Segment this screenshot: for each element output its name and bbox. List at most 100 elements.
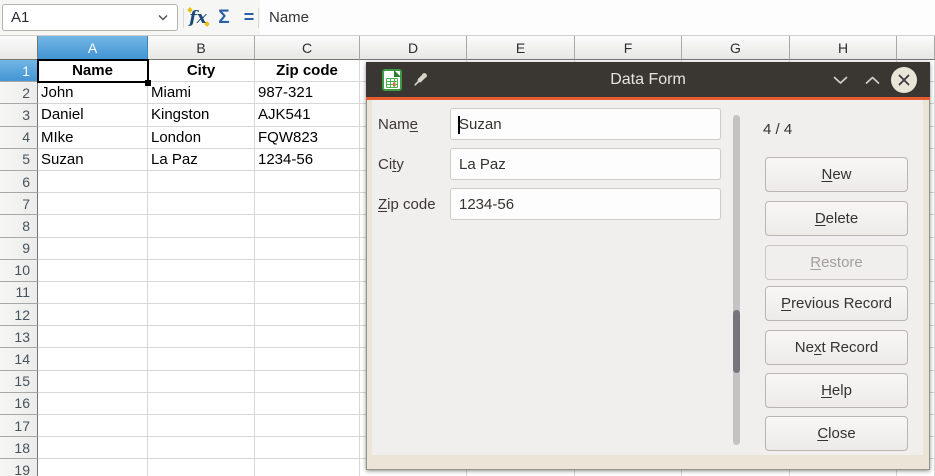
column-header-A[interactable]: A (38, 36, 148, 60)
cell-C4[interactable]: FQW823 (255, 127, 360, 149)
cell-B19[interactable] (148, 459, 255, 476)
zip-code-field[interactable]: 1234-56 (450, 188, 721, 220)
row-header-10[interactable]: 10 (0, 260, 38, 282)
cell-A17[interactable] (38, 415, 148, 437)
cell-A14[interactable] (38, 348, 148, 370)
cell-C10[interactable] (255, 260, 360, 282)
column-header-F[interactable]: F (575, 36, 682, 60)
row-header-12[interactable]: 12 (0, 304, 38, 326)
city-field[interactable]: La Paz (450, 148, 721, 180)
row-header-16[interactable]: 16 (0, 393, 38, 415)
row-header-8[interactable]: 8 (0, 215, 38, 237)
cell-A7[interactable] (38, 193, 148, 215)
cell-C2[interactable]: 987-321 (255, 82, 360, 104)
cell-B5[interactable]: La Paz (148, 149, 255, 171)
cell-A13[interactable] (38, 326, 148, 348)
row-header-1[interactable]: 1 (0, 60, 38, 82)
row-header-14[interactable]: 14 (0, 348, 38, 370)
cell-C5[interactable]: 1234-56 (255, 149, 360, 171)
next-record-button[interactable]: Next Record (765, 330, 908, 365)
cell-A6[interactable] (38, 171, 148, 193)
chevron-down-icon[interactable] (157, 14, 169, 22)
cell-A1[interactable]: Name (38, 60, 148, 82)
cell-B15[interactable] (148, 371, 255, 393)
row-header-7[interactable]: 7 (0, 193, 38, 215)
select-all-corner[interactable] (0, 36, 38, 60)
cell-B8[interactable] (148, 215, 255, 237)
cell-C1[interactable]: Zip code (255, 60, 360, 82)
cell-C18[interactable] (255, 437, 360, 459)
column-header-C[interactable]: C (255, 36, 360, 60)
cell-A12[interactable] (38, 304, 148, 326)
cell-C6[interactable] (255, 171, 360, 193)
column-header-E[interactable]: E (467, 36, 575, 60)
cell-B3[interactable]: Kingston (148, 104, 255, 126)
function-wizard-icon[interactable]: fx (186, 0, 210, 35)
cell-C7[interactable] (255, 193, 360, 215)
row-header-18[interactable]: 18 (0, 437, 38, 459)
column-header-H[interactable]: H (790, 36, 897, 60)
cell-A5[interactable]: Suzan (38, 149, 148, 171)
column-header-D[interactable]: D (360, 36, 467, 60)
cell-A19[interactable] (38, 459, 148, 476)
cell-B7[interactable] (148, 193, 255, 215)
cell-C16[interactable] (255, 393, 360, 415)
cell-B18[interactable] (148, 437, 255, 459)
cell-A10[interactable] (38, 260, 148, 282)
close-button[interactable]: Close (765, 416, 908, 451)
column-header-B[interactable]: B (148, 36, 255, 60)
formula-input[interactable]: Name (260, 0, 935, 35)
dialog-scrollbar[interactable] (733, 115, 740, 445)
cell-A15[interactable] (38, 371, 148, 393)
cell-C11[interactable] (255, 282, 360, 304)
row-header-13[interactable]: 13 (0, 326, 38, 348)
chevron-down-icon[interactable] (833, 76, 848, 85)
cell-B10[interactable] (148, 260, 255, 282)
cell-B9[interactable] (148, 238, 255, 260)
cell-B2[interactable]: Miami (148, 82, 255, 104)
cell-A8[interactable] (38, 215, 148, 237)
cell-B11[interactable] (148, 282, 255, 304)
cell-C14[interactable] (255, 348, 360, 370)
cell-C9[interactable] (255, 238, 360, 260)
cell-A4[interactable]: MIke (38, 127, 148, 149)
cell-B17[interactable] (148, 415, 255, 437)
row-header-19[interactable]: 19 (0, 459, 38, 476)
name-field[interactable]: Suzan (450, 108, 721, 140)
cell-A16[interactable] (38, 393, 148, 415)
cell-C12[interactable] (255, 304, 360, 326)
row-header-5[interactable]: 5 (0, 149, 38, 171)
scrollbar-thumb[interactable] (733, 310, 740, 373)
new-button[interactable]: New (765, 157, 908, 192)
column-header-partial[interactable] (897, 36, 935, 60)
close-dialog-button[interactable] (891, 67, 917, 93)
row-header-2[interactable]: 2 (0, 82, 38, 104)
fill-handle[interactable] (145, 80, 151, 86)
help-button[interactable]: Help (765, 373, 908, 408)
row-header-4[interactable]: 4 (0, 127, 38, 149)
cell-C17[interactable] (255, 415, 360, 437)
cell-A2[interactable]: John (38, 82, 148, 104)
row-header-17[interactable]: 17 (0, 415, 38, 437)
cell-C3[interactable]: AJK541 (255, 104, 360, 126)
cell-C19[interactable] (255, 459, 360, 476)
cell-C8[interactable] (255, 215, 360, 237)
cell-B12[interactable] (148, 304, 255, 326)
cell-A3[interactable]: Daniel (38, 104, 148, 126)
cell-B14[interactable] (148, 348, 255, 370)
cell-A18[interactable] (38, 437, 148, 459)
cell-B13[interactable] (148, 326, 255, 348)
cell-B6[interactable] (148, 171, 255, 193)
cell-reference-box[interactable]: A1 (2, 4, 178, 31)
cell-A11[interactable] (38, 282, 148, 304)
row-header-11[interactable]: 11 (0, 282, 38, 304)
sum-icon[interactable]: Σ (212, 0, 236, 35)
row-header-15[interactable]: 15 (0, 371, 38, 393)
cell-C13[interactable] (255, 326, 360, 348)
cell-C15[interactable] (255, 371, 360, 393)
previous-record-button[interactable]: Previous Record (765, 286, 908, 321)
row-header-9[interactable]: 9 (0, 238, 38, 260)
chevron-up-icon[interactable] (865, 76, 880, 85)
row-header-3[interactable]: 3 (0, 104, 38, 126)
delete-button[interactable]: Delete (765, 201, 908, 236)
